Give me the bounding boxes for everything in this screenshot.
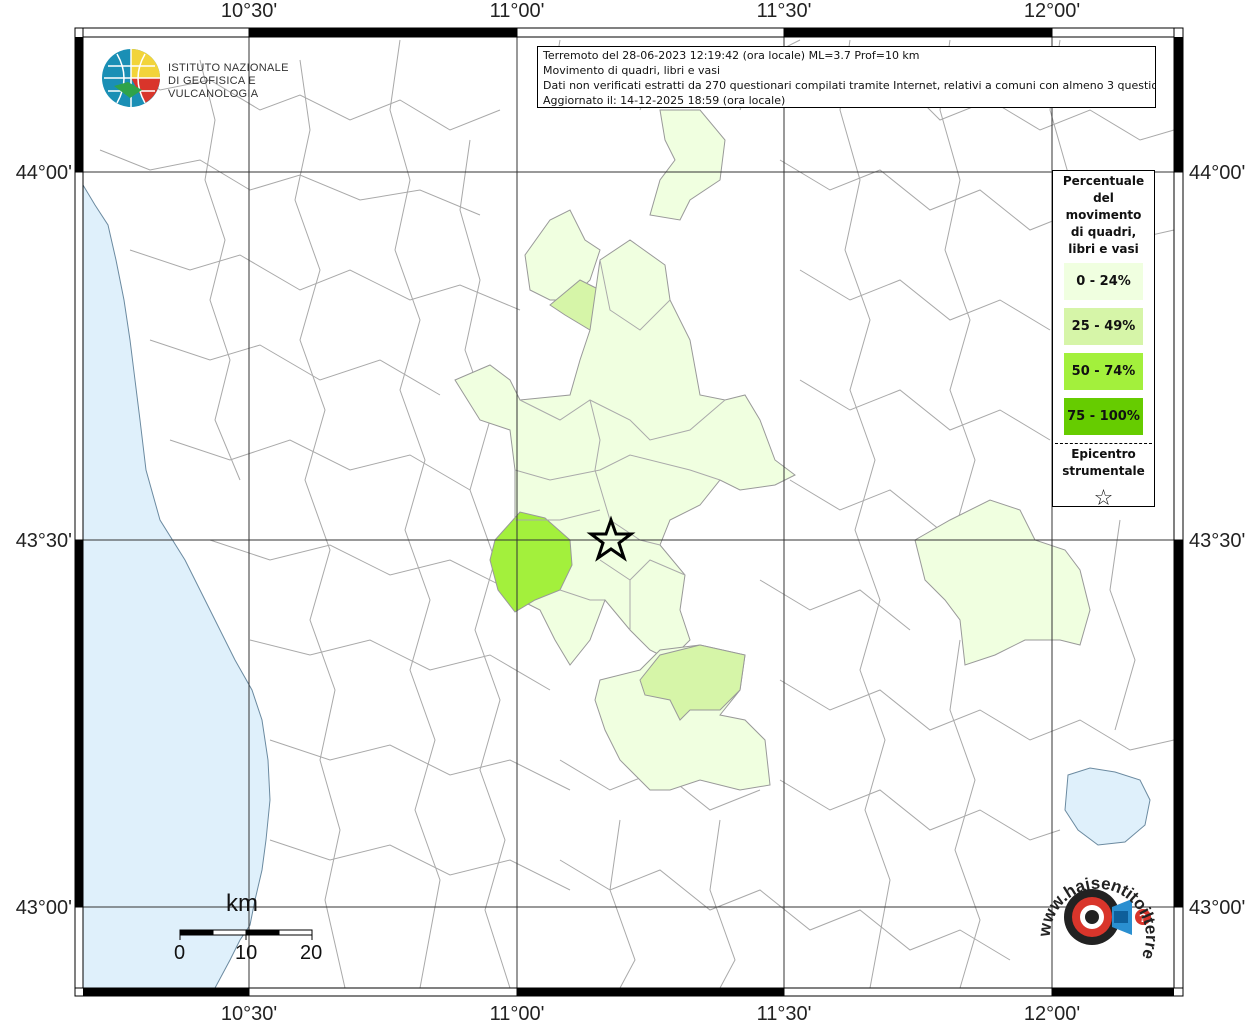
scale-unit: km: [226, 890, 258, 917]
legend-swatch: 0 - 24%: [1064, 263, 1143, 300]
legend-title-line: Percentuale: [1062, 174, 1145, 188]
legend-separator: [1055, 443, 1152, 444]
event-info-line: Aggiornato il: 14-12-2025 18:59 (ora loc…: [543, 94, 786, 107]
longitude-labels-top: 10°30' 11°00' 11°30' 12°00': [221, 0, 1080, 22]
map-legend: Percentuale del movimento di quadri, lib…: [1052, 170, 1155, 511]
legend-title-line: di quadri,: [1070, 225, 1137, 239]
legend-title-line: libri e vasi: [1068, 242, 1139, 256]
lat-label: 43°30': [1189, 530, 1245, 552]
event-info-line: Terremoto del 28-06-2023 12:19:42 (ora l…: [543, 49, 920, 62]
lon-label: 11°30': [757, 0, 812, 22]
latitude-labels-right: 44°00' 43°30' 43°00': [1189, 162, 1245, 919]
lon-label: 12°00': [1024, 1003, 1080, 1024]
ingv-logo: ISTITUTO NAZIONALE DI GEOFISICA E VULCAN…: [100, 46, 320, 110]
scale-label: 10: [235, 942, 258, 964]
haisentito-badge: ? www.haisentitoilterremoto.it: [1022, 840, 1175, 980]
ingv-globe-icon: [102, 49, 160, 107]
lon-label: 11°00': [490, 1003, 545, 1024]
legend-title-line: del: [1093, 191, 1114, 205]
epicenter-legend-line: strumentale: [1062, 464, 1145, 478]
scale-label: 20: [300, 942, 323, 964]
scale-bar: km 0 10 20: [172, 890, 332, 970]
lon-label: 12°00': [1024, 0, 1080, 22]
logo-line2: DI GEOFISICA E VULCANOLOGIA: [168, 75, 259, 100]
lon-label: 11°00': [490, 0, 545, 22]
event-info-line: Dati non verificati estratti da 270 ques…: [543, 79, 1156, 92]
legend-title: Percentuale del movimento di quadri, lib…: [1053, 171, 1154, 258]
epicenter-legend-title: Epicentro strumentale: [1053, 446, 1154, 480]
legend-title-line: movimento: [1065, 208, 1142, 222]
epicenter-legend-star-icon: ☆: [1093, 486, 1114, 511]
epicenter-legend-line: Epicentro: [1071, 447, 1136, 461]
event-info-box: Terremoto del 28-06-2023 12:19:42 (ora l…: [537, 46, 1156, 108]
lon-label: 10°30': [221, 0, 277, 22]
latitude-labels-left: 44°00' 43°30' 43°00': [16, 162, 72, 919]
logo-line1: ISTITUTO NAZIONALE: [168, 62, 289, 74]
lon-label: 10°30': [221, 1003, 277, 1024]
legend-swatch: 25 - 49%: [1064, 308, 1143, 345]
lon-label: 11°30': [757, 1003, 812, 1024]
scale-label: 0: [174, 942, 186, 964]
megaphone-icon: ? www.haisentitoilterremoto.it: [1022, 840, 1161, 962]
legend-swatch: 75 - 100%: [1064, 398, 1143, 435]
lat-label: 43°00': [1189, 897, 1245, 919]
longitude-labels-bottom: 10°30' 11°00' 11°30' 12°00': [221, 1003, 1080, 1024]
event-info-line: Movimento di quadri, libri e vasi: [543, 64, 721, 77]
lat-label: 44°00': [16, 162, 72, 184]
lat-label: 43°30': [16, 530, 72, 552]
lat-label: 43°00': [16, 897, 72, 919]
legend-swatch: 50 - 74%: [1064, 353, 1143, 390]
lat-label: 44°00': [1189, 162, 1245, 184]
